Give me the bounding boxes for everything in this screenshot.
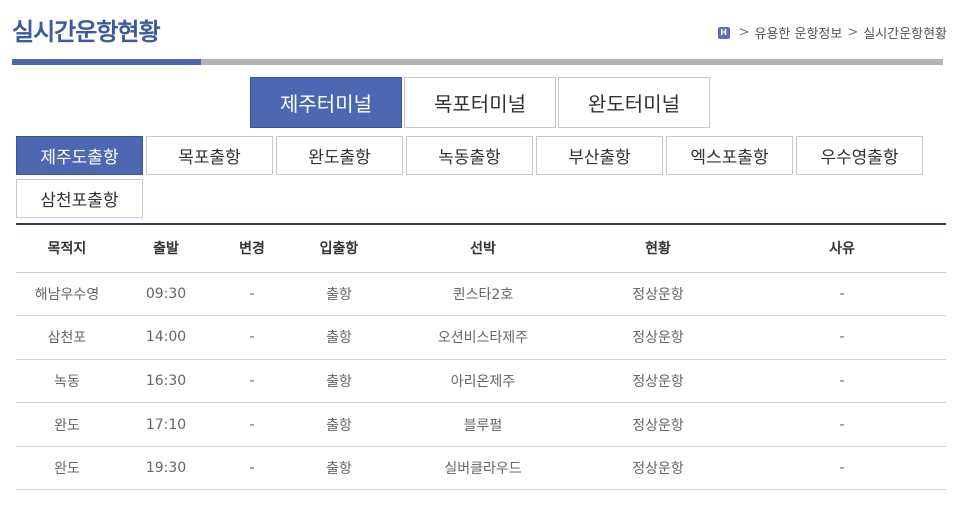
table-row: 삼천포 14:00 - 출항 오션비스타제주 정상운항 -: [16, 315, 946, 360]
title-divider: [12, 59, 943, 65]
cell-change: -: [214, 446, 290, 491]
cell-status: 정상운항: [578, 315, 738, 360]
cell-destination: 녹동: [16, 359, 118, 404]
title-divider-accent: [12, 59, 201, 65]
table-row: 완도 19:30 - 출항 실버클라우드 정상운항 -: [16, 446, 946, 491]
cell-ship: 퀸스타2호: [388, 272, 578, 317]
cell-reason: -: [738, 402, 946, 447]
tab-mokpo-terminal[interactable]: 목포터미널: [404, 77, 556, 128]
tab-route-expo-departure[interactable]: 엑스포출항: [666, 136, 793, 175]
page-title: 실시간운항현황: [12, 18, 161, 46]
cell-in-out: 출항: [290, 446, 388, 491]
tab-route-mokpo-departure[interactable]: 목포출항: [146, 136, 273, 175]
tab-route-wando-departure[interactable]: 완도출항: [276, 136, 403, 175]
route-tabs: 제주도출항 목포출항 완도출항 녹동출항 부산출항 엑스포출항 우수영출항 삼천…: [16, 136, 926, 218]
cell-departure-time: 19:30: [118, 446, 214, 491]
cell-in-out: 출항: [290, 315, 388, 360]
cell-reason: -: [738, 446, 946, 491]
breadcrumb-separator: >: [738, 25, 750, 40]
cell-destination: 완도: [16, 446, 118, 491]
cell-destination: 삼천포: [16, 315, 118, 360]
column-header-reason: 사유: [738, 223, 946, 273]
cell-status: 정상운항: [578, 359, 738, 404]
table-row: 해남우수영 09:30 - 출항 퀸스타2호 정상운항 -: [16, 272, 946, 317]
breadcrumb: H > 유용한 운항정보 > 실시간운항현황: [717, 23, 947, 42]
column-header-destination: 목적지: [16, 223, 118, 273]
terminal-tabs: 제주터미널 목포터미널 완도터미널: [250, 77, 710, 128]
cell-departure-time: 14:00: [118, 315, 214, 360]
schedule-table: 목적지 출발 변경 입출항 선박 현황 사유 해남우수영 09:30 - 출항 …: [16, 223, 946, 491]
column-header-in-out: 입출항: [290, 223, 388, 273]
tab-route-nokdong-departure[interactable]: 녹동출항: [406, 136, 533, 175]
cell-ship: 오션비스타제주: [388, 315, 578, 360]
home-icon[interactable]: H: [717, 26, 730, 39]
cell-in-out: 출항: [290, 402, 388, 447]
column-header-change: 변경: [214, 223, 290, 273]
tab-route-samcheonpo-departure[interactable]: 삼천포출항: [16, 179, 143, 218]
cell-departure-time: 17:10: [118, 402, 214, 447]
cell-destination: 해남우수영: [16, 272, 118, 317]
cell-change: -: [214, 359, 290, 404]
breadcrumb-item-useful-info[interactable]: 유용한 운항정보: [755, 23, 843, 42]
cell-change: -: [214, 315, 290, 360]
cell-status: 정상운항: [578, 272, 738, 317]
tab-route-usuyeong-departure[interactable]: 우수영출항: [796, 136, 923, 175]
table-row: 녹동 16:30 - 출항 아리온제주 정상운항 -: [16, 359, 946, 404]
cell-in-out: 출항: [290, 272, 388, 317]
breadcrumb-separator: >: [847, 25, 859, 40]
table-row: 완도 17:10 - 출항 블루펄 정상운항 -: [16, 402, 946, 447]
column-header-status: 현황: [578, 223, 738, 273]
tab-wando-terminal[interactable]: 완도터미널: [558, 77, 710, 128]
cell-change: -: [214, 272, 290, 317]
cell-in-out: 출항: [290, 359, 388, 404]
cell-ship: 블루펄: [388, 402, 578, 447]
tab-route-jeju-departure[interactable]: 제주도출항: [16, 136, 143, 175]
cell-departure-time: 09:30: [118, 272, 214, 317]
column-header-ship: 선박: [388, 223, 578, 273]
cell-reason: -: [738, 272, 946, 317]
cell-change: -: [214, 402, 290, 447]
cell-departure-time: 16:30: [118, 359, 214, 404]
table-header-row: 목적지 출발 변경 입출항 선박 현황 사유: [16, 223, 946, 273]
cell-status: 정상운항: [578, 446, 738, 491]
tab-jeju-terminal[interactable]: 제주터미널: [250, 77, 402, 128]
cell-status: 정상운항: [578, 402, 738, 447]
cell-ship: 아리온제주: [388, 359, 578, 404]
cell-reason: -: [738, 359, 946, 404]
cell-ship: 실버클라우드: [388, 446, 578, 491]
breadcrumb-item-current: 실시간운항현황: [863, 27, 947, 42]
column-header-departure: 출발: [118, 223, 214, 273]
cell-destination: 완도: [16, 402, 118, 447]
tab-route-busan-departure[interactable]: 부산출항: [536, 136, 663, 175]
cell-reason: -: [738, 315, 946, 360]
